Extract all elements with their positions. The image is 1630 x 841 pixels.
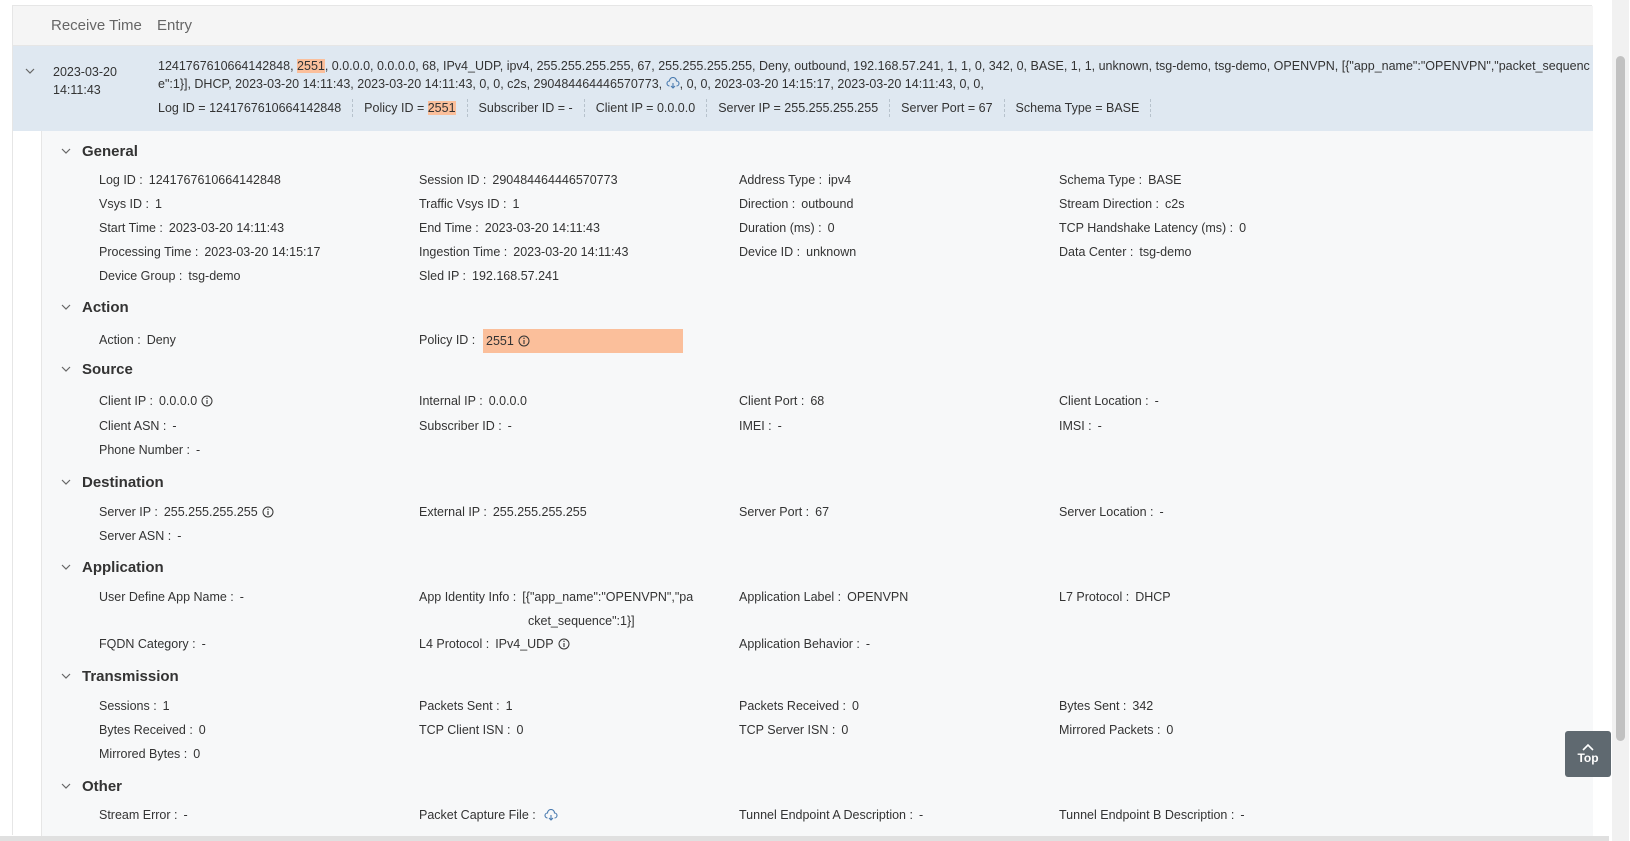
pill-policy-id[interactable]: Policy ID = 2551 bbox=[353, 99, 468, 117]
cloud-download-icon[interactable] bbox=[666, 76, 680, 89]
col-receive-time[interactable]: Receive Time bbox=[51, 17, 142, 34]
entry-highlight: 2551 bbox=[297, 59, 325, 73]
entry-raw: 1241767610664142848, 2551, 0.0.0.0, 0.0.… bbox=[158, 59, 1590, 91]
chevron-up-icon bbox=[1582, 743, 1594, 751]
receive-time: 2023-03-20 14:11:43 bbox=[53, 65, 117, 97]
pill-server-port[interactable]: Server Port = 67 bbox=[890, 99, 1005, 117]
top-label: Top bbox=[1577, 751, 1599, 765]
pill-log-id[interactable]: Log ID = 1241767610664142848 bbox=[158, 99, 354, 117]
log-table: Receive Time Entry 2023-03-20 14:11:43 1… bbox=[12, 5, 1593, 836]
collapse-chevron-icon[interactable] bbox=[23, 64, 37, 78]
pill-schema-type[interactable]: Schema Type = BASE bbox=[1005, 99, 1152, 117]
scrollbar-thumb[interactable] bbox=[1616, 56, 1625, 741]
row-detail-panel bbox=[41, 131, 1593, 836]
horizontal-scrollbar[interactable] bbox=[0, 836, 1609, 841]
back-to-top-button[interactable]: Top bbox=[1565, 731, 1611, 777]
col-entry[interactable]: Entry bbox=[157, 17, 192, 34]
entry-summary-pills: Log ID = 1241767610664142848 Policy ID =… bbox=[158, 97, 1152, 119]
log-detail-view: Receive Time Entry 2023-03-20 14:11:43 1… bbox=[0, 0, 1630, 841]
table-header: Receive Time Entry bbox=[13, 6, 1593, 46]
pill-server-ip[interactable]: Server IP = 255.255.255.255 bbox=[707, 99, 891, 117]
table-row[interactable]: 2023-03-20 14:11:43 1241767610664142848,… bbox=[13, 46, 1593, 131]
pill-subscriber-id[interactable]: Subscriber ID = - bbox=[468, 99, 585, 117]
pill-client-ip[interactable]: Client IP = 0.0.0.0 bbox=[585, 99, 708, 117]
